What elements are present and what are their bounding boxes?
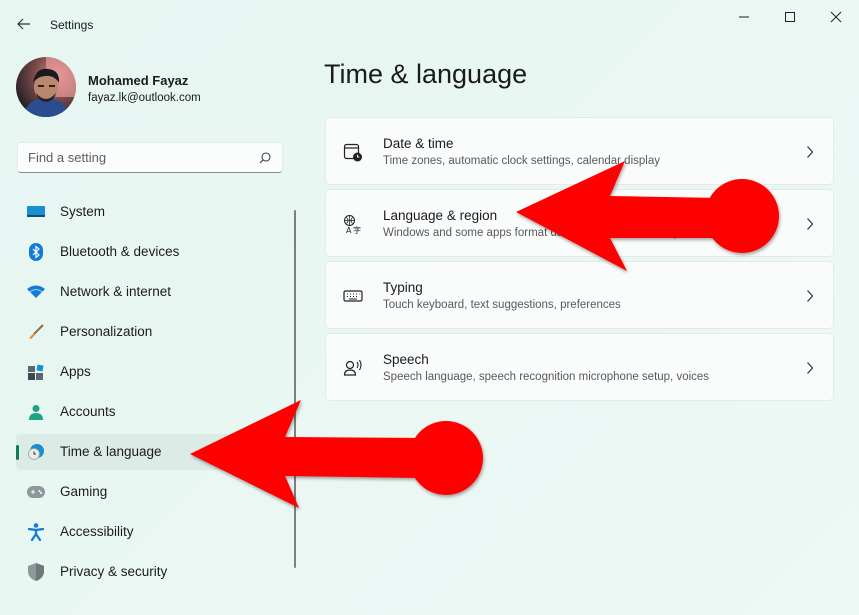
chevron-right-icon — [807, 290, 814, 302]
card-description: Speech language, speech recognition micr… — [383, 371, 710, 383]
sidebar-item-apps[interactable]: Apps — [16, 354, 288, 390]
card-title: Date & time — [383, 136, 454, 151]
globe-clock-icon — [27, 443, 45, 461]
close-icon — [830, 11, 842, 23]
settings-cards: Date & time Time zones, automatic clock … — [325, 117, 834, 405]
arrow-left-icon — [17, 18, 30, 30]
card-speech[interactable]: Speech Speech language, speech recogniti… — [325, 333, 834, 401]
wifi-icon — [27, 283, 45, 301]
person-icon — [27, 403, 45, 421]
sidebar-item-label: Bluetooth & devices — [60, 244, 180, 259]
accessibility-icon — [27, 523, 45, 541]
sidebar-scrollbar[interactable] — [294, 210, 296, 568]
language-icon: A字 — [344, 215, 361, 234]
sidebar-item-label: Personalization — [60, 324, 153, 339]
maximize-icon — [785, 12, 795, 22]
gamepad-icon — [27, 483, 45, 501]
title-bar: Settings — [0, 0, 859, 48]
avatar[interactable] — [16, 57, 76, 117]
card-title: Typing — [383, 280, 423, 295]
sidebar-item-label: Privacy & security — [60, 564, 168, 579]
sidebar-item-personalization[interactable]: Personalization — [16, 314, 288, 350]
sidebar-item-network-internet[interactable]: Network & internet — [16, 274, 288, 310]
back-button[interactable] — [14, 14, 34, 34]
search-box[interactable] — [17, 142, 283, 173]
sidebar-item-label: Network & internet — [60, 284, 172, 299]
card-title: Language & region — [383, 208, 498, 223]
card-description: Touch keyboard, text suggestions, prefer… — [383, 299, 621, 311]
card-description: Windows and some apps format date and ti… — [383, 227, 732, 239]
monitor-icon — [27, 203, 45, 221]
card-title: Speech — [383, 352, 429, 367]
sidebar-item-label: System — [60, 204, 106, 219]
maximize-button[interactable] — [770, 4, 810, 30]
sidebar-item-label: Accounts — [60, 404, 116, 419]
arrow-tail-dot — [409, 421, 483, 495]
search-icon[interactable] — [258, 151, 272, 165]
chevron-right-icon — [807, 146, 814, 158]
card-typing[interactable]: Typing Touch keyboard, text suggestions,… — [325, 261, 834, 329]
card-description: Time zones, automatic clock settings, ca… — [383, 155, 660, 167]
user-name: Mohamed Fayaz — [88, 73, 189, 88]
sidebar-item-privacy-security[interactable]: Privacy & security — [16, 554, 288, 590]
card-date-time[interactable]: Date & time Time zones, automatic clock … — [325, 117, 834, 185]
svg-text:A: A — [346, 226, 352, 234]
avatar-photo-icon — [16, 57, 76, 117]
sidebar-item-system[interactable]: System — [16, 194, 288, 230]
chevron-right-icon — [807, 218, 814, 230]
brush-icon — [27, 323, 45, 341]
sidebar-item-gaming[interactable]: Gaming — [16, 474, 288, 510]
minimize-icon — [739, 16, 749, 18]
keyboard-icon — [343, 290, 363, 302]
sidebar-item-label: Apps — [60, 364, 91, 379]
svg-text:字: 字 — [353, 225, 361, 234]
sidebar-item-accounts[interactable]: Accounts — [16, 394, 288, 430]
shield-icon — [27, 563, 45, 581]
close-button[interactable] — [816, 4, 856, 30]
sidebar-item-label: Time & language — [60, 444, 162, 459]
sidebar-item-bluetooth-devices[interactable]: Bluetooth & devices — [16, 234, 288, 270]
sidebar-item-label: Accessibility — [60, 524, 134, 539]
sidebar-nav: System Bluetooth & devices Network & int… — [16, 194, 288, 594]
bluetooth-icon — [27, 243, 45, 261]
sidebar-item-label: Gaming — [60, 484, 108, 499]
minimize-button[interactable] — [724, 4, 764, 30]
speech-icon — [343, 359, 362, 376]
calendar-clock-icon — [343, 143, 362, 162]
search-input[interactable] — [18, 150, 248, 165]
card-language-region[interactable]: A字 Language & region Windows and some ap… — [325, 189, 834, 257]
page-title: Time & language — [324, 59, 528, 89]
chevron-right-icon — [807, 362, 814, 374]
sidebar-item-accessibility[interactable]: Accessibility — [16, 514, 288, 550]
apps-icon — [27, 363, 45, 381]
sidebar-item-time-language[interactable]: Time & language — [16, 434, 288, 470]
app-title: Settings — [50, 18, 94, 32]
user-email: fayaz.lk@outlook.com — [88, 92, 201, 104]
